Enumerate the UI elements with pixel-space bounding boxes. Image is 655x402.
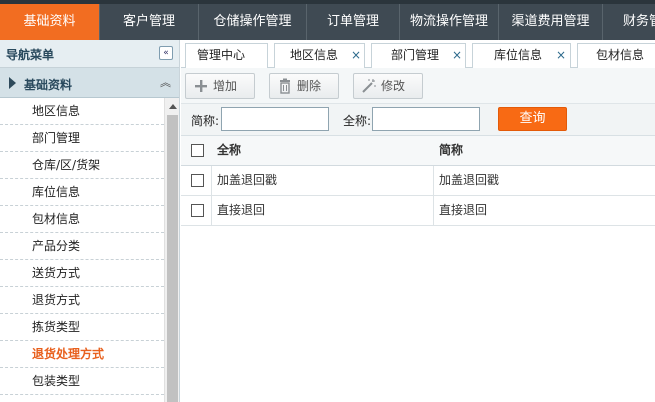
- cell-short-name: 加盖退回戳: [439, 173, 500, 187]
- cell-short-name: 直接退回: [439, 203, 488, 217]
- tab-management-center[interactable]: 管理中心: [185, 43, 268, 68]
- double-chevron-up-icon[interactable]: ︽: [160, 74, 171, 90]
- tab-label: 地区信息: [290, 48, 339, 62]
- sidebar-item-delivery-method[interactable]: 送货方式: [0, 260, 164, 287]
- caret-right-icon: [9, 77, 16, 89]
- table-row[interactable]: 直接退回 直接退回: [181, 196, 655, 226]
- tab-label: 库位信息: [494, 48, 543, 62]
- sidebar-title: 导航菜单: [6, 48, 55, 62]
- sidebar-item-warehouse-zone-shelf[interactable]: 仓库/区/货架: [0, 152, 164, 179]
- short-name-label: 简称:: [191, 114, 220, 128]
- content-tab-strip: 管理中心 地区信息 × 部门管理 × 库位信息 × 包材信息: [181, 40, 655, 68]
- top-tab-basic-data[interactable]: 基础资料: [0, 4, 100, 40]
- top-tab-finance[interactable]: 财务管: [603, 4, 655, 40]
- table-header-row: 全称 简称: [181, 136, 655, 166]
- top-tab-customer-management[interactable]: 客户管理: [100, 4, 199, 40]
- sidebar-item-packaging-material[interactable]: 包材信息: [0, 206, 164, 233]
- close-icon[interactable]: ×: [556, 44, 566, 67]
- tab-label: 部门管理: [391, 48, 440, 62]
- sidebar-item-return-method[interactable]: 退货方式: [0, 287, 164, 314]
- toolbar: 增加 删除 修改: [181, 68, 655, 104]
- scroll-up-arrow-icon[interactable]: [169, 104, 177, 109]
- delete-button[interactable]: 删除: [269, 73, 339, 99]
- data-grid: 全称 简称 加盖退回戳 加盖退回戳 直接退回 直接退回: [181, 136, 655, 402]
- add-button[interactable]: 增加: [185, 73, 255, 99]
- tab-label: 包材信息: [596, 48, 645, 62]
- tab-location-info[interactable]: 库位信息 ×: [472, 43, 571, 68]
- row-checkbox[interactable]: [191, 204, 204, 217]
- trash-icon: [280, 78, 290, 94]
- double-chevron-left-icon[interactable]: «: [159, 46, 173, 60]
- sidebar-item-region-info[interactable]: 地区信息: [0, 98, 164, 125]
- scrollbar-thumb[interactable]: [167, 115, 178, 402]
- query-button[interactable]: 查询: [498, 107, 567, 131]
- table-row[interactable]: 加盖退回戳 加盖退回戳: [181, 166, 655, 196]
- search-bar: 简称: 全称: 查询: [181, 104, 655, 136]
- sidebar: 导航菜单 « 基础资料 ︽ 地区信息 部门管理 仓库/区/货架 库位信息 包材信…: [0, 40, 180, 402]
- sidebar-header: 导航菜单 «: [0, 40, 179, 68]
- sidebar-item-product-category[interactable]: 产品分类: [0, 233, 164, 260]
- tab-department[interactable]: 部门管理 ×: [371, 43, 466, 68]
- sidebar-group-basic-data[interactable]: 基础资料 ︽: [0, 68, 179, 98]
- sidebar-item-department[interactable]: 部门管理: [0, 125, 164, 152]
- edit-button[interactable]: 修改: [353, 73, 423, 99]
- magic-wand-icon: [362, 79, 376, 93]
- top-tab-order-management[interactable]: 订单管理: [307, 4, 400, 40]
- full-name-label: 全称:: [343, 114, 372, 128]
- tab-region-info[interactable]: 地区信息 ×: [274, 43, 365, 68]
- row-checkbox[interactable]: [191, 174, 204, 187]
- sidebar-item-picking-type[interactable]: 拣货类型: [0, 314, 164, 341]
- add-button-label: 增加: [213, 79, 238, 93]
- close-icon[interactable]: ×: [351, 44, 361, 67]
- sidebar-group-label: 基础资料: [24, 78, 73, 92]
- sidebar-menu: 地区信息 部门管理 仓库/区/货架 库位信息 包材信息 产品分类 送货方式 退货…: [0, 98, 164, 402]
- sidebar-item-location-info[interactable]: 库位信息: [0, 179, 164, 206]
- close-icon[interactable]: ×: [452, 44, 462, 67]
- sidebar-scrollbar[interactable]: [164, 98, 179, 402]
- top-tab-warehouse-operations[interactable]: 仓储操作管理: [199, 4, 307, 40]
- tab-packaging-material[interactable]: 包材信息: [577, 43, 655, 68]
- short-name-input[interactable]: [221, 107, 329, 131]
- column-header-short-name[interactable]: 简称: [439, 136, 463, 166]
- top-navigation-bar: 基础资料 客户管理 仓储操作管理 订单管理 物流操作管理 渠道费用管理 财务管: [0, 0, 655, 40]
- top-tab-channel-fees[interactable]: 渠道费用管理: [499, 4, 603, 40]
- cell-full-name: 加盖退回戳: [217, 173, 278, 187]
- plus-icon: [195, 80, 207, 92]
- cell-full-name: 直接退回: [217, 203, 266, 217]
- column-header-full-name[interactable]: 全称: [217, 136, 241, 166]
- full-name-input[interactable]: [372, 107, 480, 131]
- top-tab-logistics-operations[interactable]: 物流操作管理: [400, 4, 499, 40]
- delete-button-label: 删除: [297, 79, 322, 93]
- edit-button-label: 修改: [381, 79, 406, 93]
- sidebar-item-return-handling[interactable]: 退货处理方式: [0, 341, 164, 368]
- sidebar-item-package-type[interactable]: 包装类型: [0, 368, 164, 395]
- select-all-checkbox[interactable]: [191, 144, 204, 157]
- tab-label: 管理中心: [197, 48, 246, 62]
